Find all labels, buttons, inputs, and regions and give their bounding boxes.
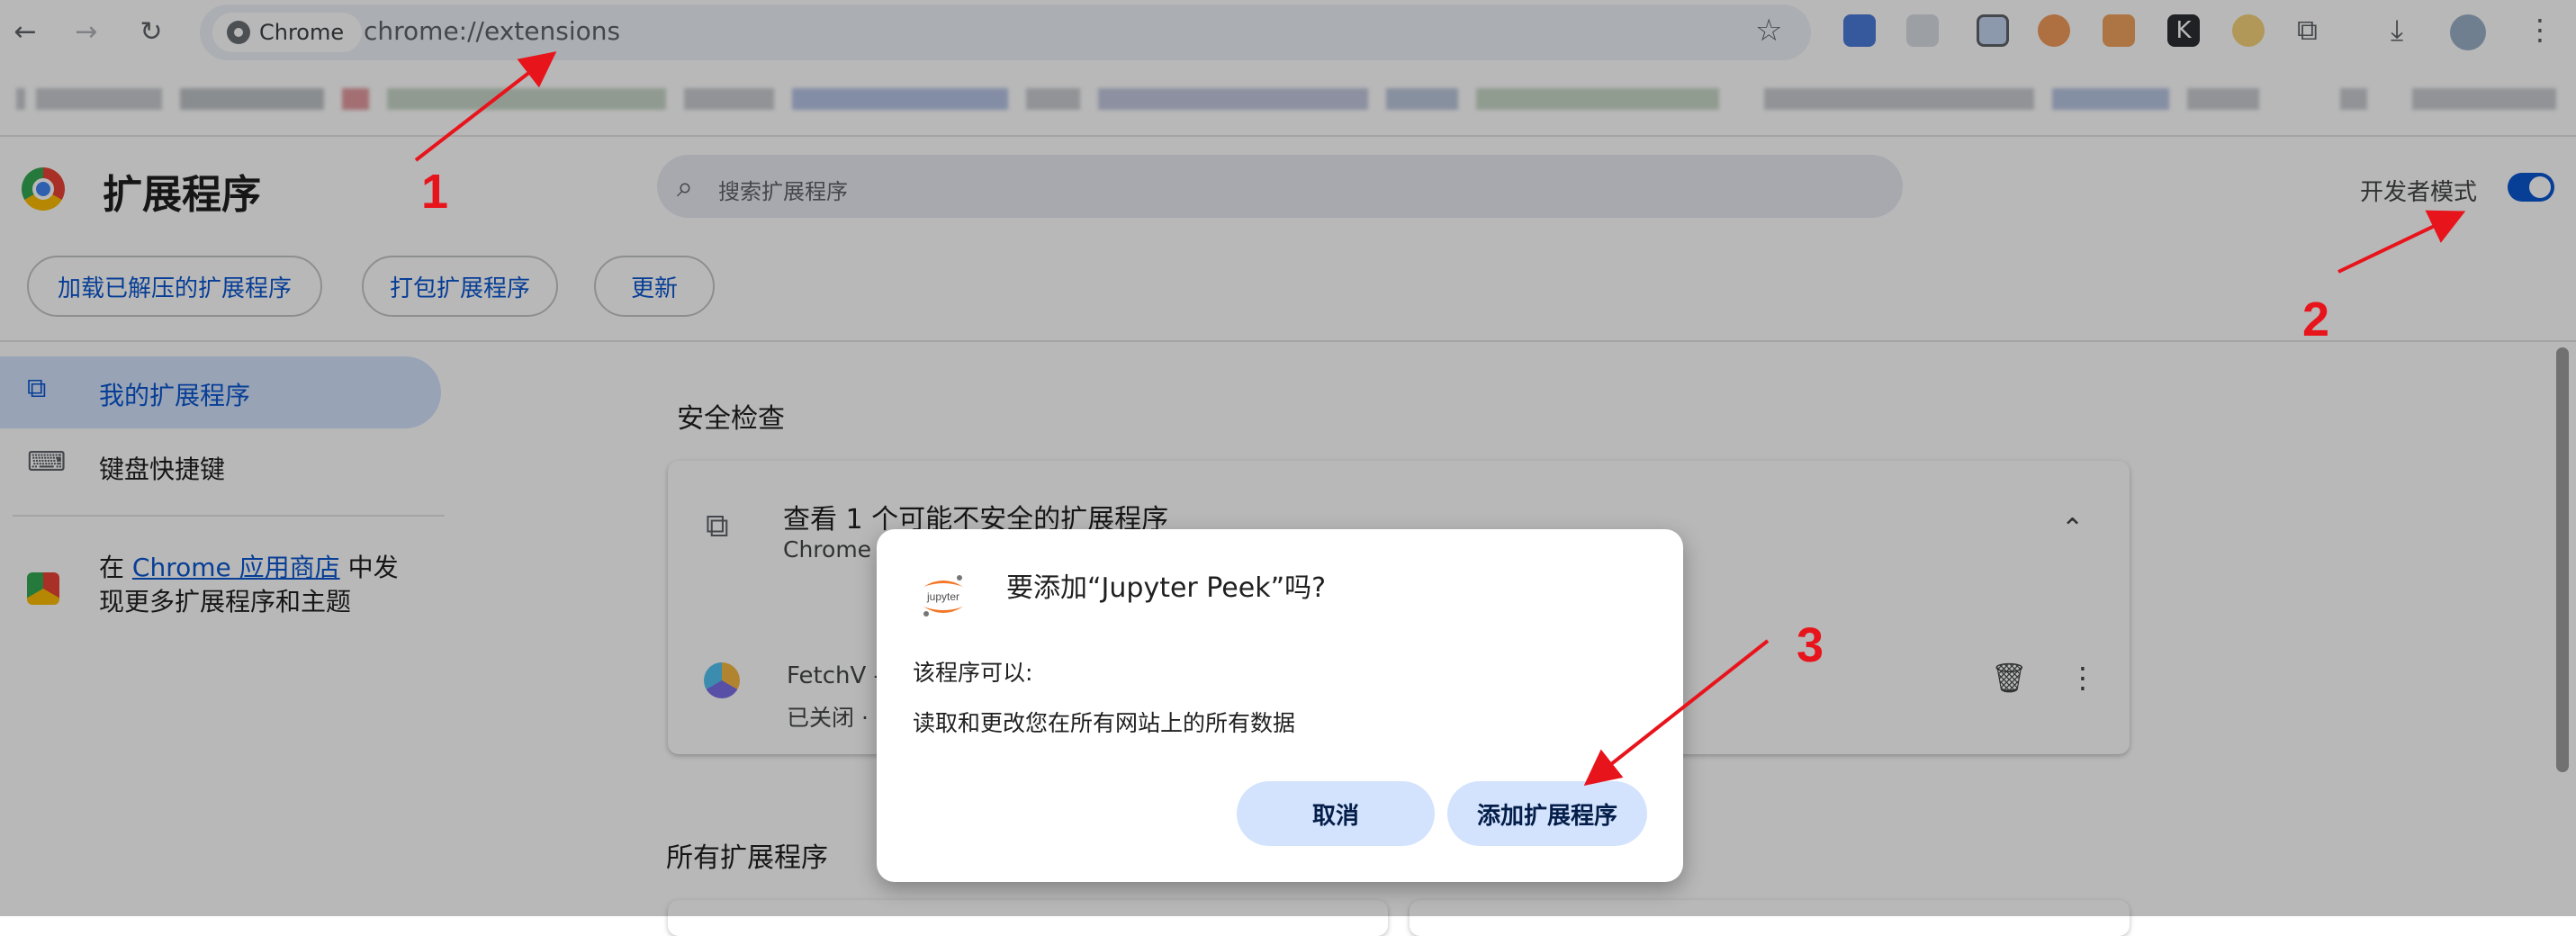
annotation-arrows bbox=[414, 51, 2466, 786]
annotation-number-2: 2 bbox=[2302, 292, 2330, 346]
annotation-number-3: 3 bbox=[1797, 618, 1824, 672]
arrow-2 bbox=[2337, 210, 2466, 274]
annotation-number-1: 1 bbox=[421, 165, 449, 219]
arrow-3 bbox=[1583, 639, 1770, 786]
arrow-1 bbox=[414, 51, 557, 162]
